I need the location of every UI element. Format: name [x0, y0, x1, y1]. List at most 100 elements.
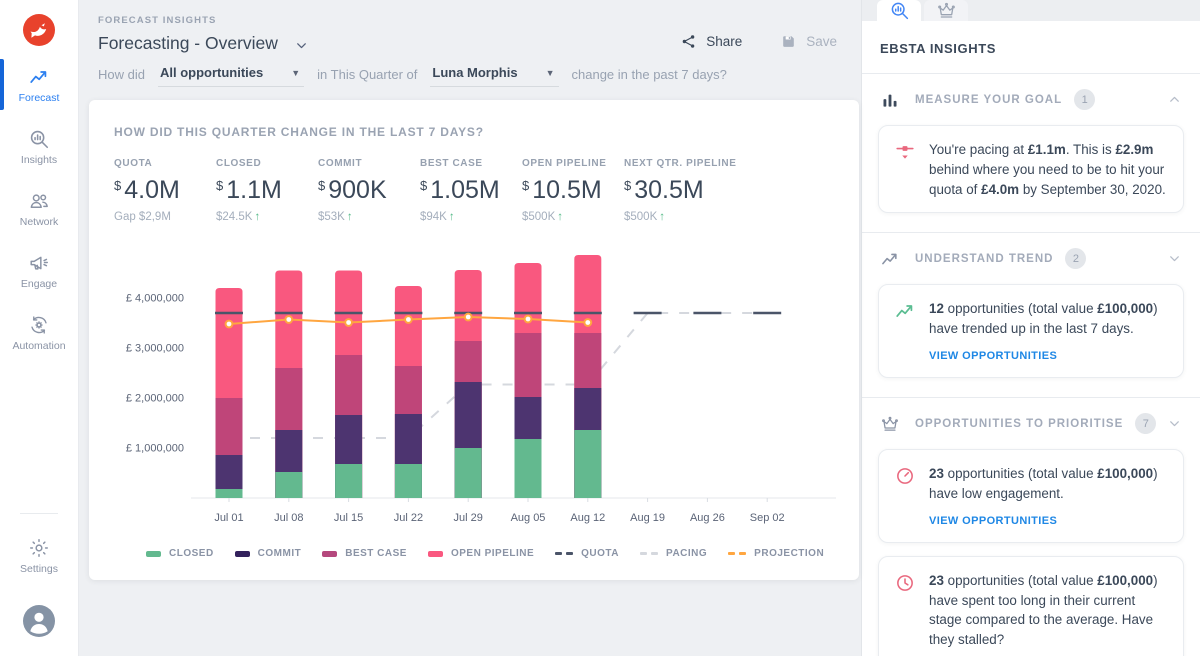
- tab-priorities-tab[interactable]: [924, 0, 968, 21]
- kpi-delta: $500K↑: [624, 211, 726, 223]
- kpi-closed: CLOSED$1.1M$24.5K↑: [216, 158, 318, 223]
- kpi-value: $4.0M: [114, 176, 216, 205]
- legend-item-open-pipeline[interactable]: OPEN PIPELINE: [428, 548, 534, 559]
- owner-dropdown-value: Luna Morphis: [432, 65, 517, 80]
- kpi-value: $1.1M: [216, 176, 318, 205]
- chevron-up-icon[interactable]: [1167, 92, 1182, 107]
- tab-insights-tab[interactable]: [877, 0, 921, 21]
- svg-text:Aug 26: Aug 26: [690, 512, 725, 524]
- svg-text:Aug 12: Aug 12: [570, 512, 605, 524]
- kpi-label: QUOTA: [114, 158, 216, 169]
- insight-sections: MEASURE YOUR GOAL1 You're pacing at £1.1m…: [862, 74, 1200, 656]
- legend-item-projection[interactable]: PROJECTION: [728, 548, 824, 559]
- crown-icon: [880, 414, 900, 434]
- forecast-card: HOW DID THIS QUARTER CHANGE IN THE LAST …: [89, 100, 859, 580]
- legend-swatch: [322, 551, 337, 557]
- kpi-open-pipeline: OPEN PIPELINE$10.5M$500K↑: [522, 158, 624, 223]
- sidebar-item-forecast[interactable]: Forecast: [0, 57, 78, 112]
- share-label: Share: [706, 34, 742, 49]
- section-header-understand-trend[interactable]: UNDERSTAND TREND2: [862, 233, 1200, 281]
- legend-item-pacing[interactable]: PACING: [640, 548, 707, 559]
- main-header: FORECAST INSIGHTS Forecasting - Overview…: [79, 0, 861, 54]
- kpi-label: NEXT QTR. PIPELINE: [624, 158, 726, 169]
- legend-item-quota[interactable]: QUOTA: [555, 548, 619, 559]
- clock-icon: [894, 572, 916, 594]
- chart-legend: CLOSED COMMIT BEST CASE OPEN PIPELINE QUOTA P…: [146, 548, 824, 559]
- legend-swatch: [640, 552, 658, 555]
- kpi-label: COMMIT: [318, 158, 420, 169]
- sidebar-divider: [20, 513, 58, 514]
- section-understand-trend: UNDERSTAND TREND2 12 opportunities (total…: [862, 233, 1200, 398]
- user-avatar[interactable]: [22, 604, 56, 638]
- chevron-down-icon[interactable]: [294, 38, 309, 53]
- chevron-down-icon[interactable]: [1167, 416, 1182, 431]
- query-sentence: How did All opportunities ▼ in This Quar…: [98, 66, 861, 87]
- milestone-icon: [894, 141, 916, 163]
- query-prefix: How did: [98, 66, 145, 82]
- ebsta-logo-icon[interactable]: [22, 13, 56, 47]
- insight-text: You're pacing at £1.1m. This is £2.9m be…: [929, 140, 1168, 199]
- query-middle: in This Quarter of: [317, 66, 417, 82]
- kpi-row: QUOTA$4.0MGap $2,9MCLOSED$1.1M$24.5K↑COM…: [114, 158, 859, 223]
- insight-text: 12 opportunities (total value £100,000) …: [929, 299, 1168, 339]
- chevron-down-icon[interactable]: [1167, 251, 1182, 266]
- legend-item-best-case[interactable]: BEST CASE: [322, 548, 407, 559]
- section-header-measure-your-goal[interactable]: MEASURE YOUR GOAL1: [862, 74, 1200, 122]
- arrow-up-icon: ↑: [449, 211, 455, 223]
- view-opportunities-link[interactable]: VIEW OPPORTUNITIES: [929, 515, 1057, 527]
- sidebar-item-engage[interactable]: Engage: [0, 243, 78, 298]
- save-icon: [780, 33, 797, 50]
- legend-item-commit[interactable]: COMMIT: [235, 548, 302, 559]
- owner-dropdown[interactable]: Luna Morphis ▼: [430, 65, 558, 87]
- share-button[interactable]: Share: [680, 33, 742, 50]
- query-suffix: change in the past 7 days?: [572, 66, 727, 82]
- share-icon: [680, 33, 697, 50]
- save-button[interactable]: Save: [780, 33, 837, 50]
- svg-text:Aug 19: Aug 19: [630, 512, 665, 524]
- opportunities-dropdown[interactable]: All opportunities ▼: [158, 65, 304, 87]
- save-label: Save: [806, 34, 837, 49]
- legend-swatch: [146, 551, 161, 557]
- trend-up-icon: [880, 249, 900, 269]
- sidebar-item-label: Engage: [21, 278, 57, 290]
- svg-text:Aug 05: Aug 05: [511, 512, 546, 524]
- legend-label: OPEN PIPELINE: [451, 548, 534, 559]
- bar-chart-icon: [880, 90, 900, 110]
- legend-item-closed[interactable]: CLOSED: [146, 548, 214, 559]
- section-label: MEASURE YOUR GOAL: [915, 94, 1062, 106]
- legend-swatch: [235, 551, 250, 557]
- kpi-label: CLOSED: [216, 158, 318, 169]
- kpi-label: BEST CASE: [420, 158, 522, 169]
- insights-panel-title: EBSTA INSIGHTS: [862, 21, 1200, 74]
- legend-swatch: [555, 552, 573, 555]
- magnifier-chart-icon: [28, 128, 50, 150]
- section-label: OPPORTUNITIES TO PRIORITISE: [915, 418, 1123, 430]
- sidebar-item-label: Settings: [20, 563, 58, 575]
- sidebar-item-automation[interactable]: Automation: [0, 305, 78, 360]
- trend-up-icon: [28, 66, 50, 88]
- section-count-badge: 7: [1135, 413, 1156, 434]
- svg-text:Jul 08: Jul 08: [274, 512, 303, 524]
- sidebar-item-label: Forecast: [19, 92, 60, 104]
- breadcrumb: FORECAST INSIGHTS: [98, 15, 309, 26]
- sidebar-item-settings[interactable]: Settings: [0, 528, 78, 583]
- sidebar-item-insights[interactable]: Insights: [0, 119, 78, 174]
- svg-text:Jul 01: Jul 01: [214, 512, 243, 524]
- sidebar-item-network[interactable]: Network: [0, 181, 78, 236]
- crown-icon: [936, 0, 957, 21]
- arrow-up-icon: ↑: [347, 211, 353, 223]
- section-header-opportunities-to-prioritise[interactable]: OPPORTUNITIES TO PRIORITISE 7: [862, 398, 1200, 446]
- view-opportunities-link[interactable]: VIEW OPPORTUNITIES: [929, 350, 1057, 362]
- kpi-value: $900K: [318, 176, 420, 205]
- kpi-best-case: BEST CASE$1.05M$94K↑: [420, 158, 522, 223]
- svg-text:Jul 22: Jul 22: [394, 512, 423, 524]
- megaphone-icon: [28, 252, 50, 274]
- svg-text:Jul 29: Jul 29: [454, 512, 483, 524]
- people-icon: [28, 190, 50, 212]
- legend-label: CLOSED: [169, 548, 214, 559]
- forecast-chart[interactable]: £ 1,000,000£ 2,000,000£ 3,000,000£ 4,000…: [114, 240, 859, 540]
- legend-label: COMMIT: [258, 548, 302, 559]
- insight-card: 12 opportunities (total value £100,000) …: [878, 284, 1184, 378]
- kpi-value: $30.5M: [624, 176, 726, 205]
- sidebar-item-label: Insights: [21, 154, 57, 166]
